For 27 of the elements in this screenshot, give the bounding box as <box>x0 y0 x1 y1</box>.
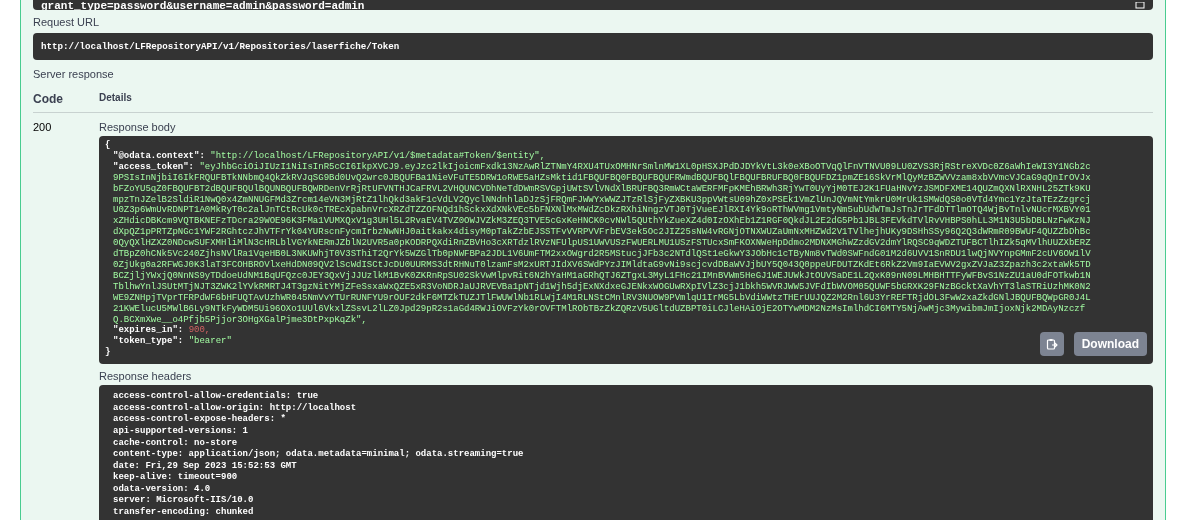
header-line: content-type: application/json; odata.metadata=minimal; odata.streaming=true <box>113 449 525 461</box>
request-url: http://localhost/LFRepositoryAPI/v1/Repositories/laserfiche/Token <box>33 33 1153 60</box>
header-line: access-control-allow-credentials: true <box>113 391 320 403</box>
header-line: keep-alive: timeout=900 <box>113 472 239 484</box>
header-line: access-control-expose-headers: * <box>113 414 287 426</box>
response-headers-label: Response headers <box>99 369 193 385</box>
download-button[interactable]: Download <box>1073 332 1147 357</box>
column-header: Details <box>99 92 133 105</box>
copy-button[interactable] <box>1039 332 1064 357</box>
request-url-label: Request URL <box>33 15 101 30</box>
json-line: "@odata.context": "http://localhost/LFRepositoryAPI/v1/$metadata#Token/$entity", <box>112 150 546 162</box>
header-line: odata-version: 4.0 <box>113 483 212 495</box>
header-line: transfer-encoding: chunked <box>113 507 255 519</box>
header-line: server: Microsoft-IIS/10.0 <box>113 495 255 507</box>
column-header: Code <box>33 92 64 106</box>
json-line: "expires_in": 900, <box>112 325 211 336</box>
header-line: api-supported-versions: 1 <box>113 425 250 438</box>
json-brace: { <box>105 140 111 150</box>
response-body-label: Response body <box>99 121 177 135</box>
header-line: cache-control: no-store <box>113 437 239 449</box>
header-line: access-control-allow-origin: http://localhost <box>113 402 358 414</box>
header-line: date: Fri,29 Sep 2023 15:52:53 GMT <box>113 460 298 472</box>
json-brace: } <box>105 347 111 358</box>
server-response-label: Server response <box>33 67 115 80</box>
status-code: 200 <box>33 121 53 135</box>
json-line: "token_type": "bearer" <box>112 336 232 348</box>
json-line: "access_token": "eyJhbGciOiJIUzI1NiIsInR5cCI6IkpXVCJ9.eyJzc2lkIjoicmFxdk13NzAwRlZTNmY4RXU4TUxOMHNrSmlnMW1XL0pHSXJPdDJDYkVtL3k0eXBoOTVqQlFnVTNVU09LU0ZVS3RjRStreXVDc0Z6aWhIeWI3Y1NGb2c9PSIsInNjbiI6IkFRQUFBTkNNbmQ4QkZkRVJqSG9Bd0UvQ2wrc0JBQUFBa1NieVFuTE5DRW1oRWE5aHZsMktid1FBQUFBQ0FBQUFBQUFRWmdBQUFBQlFBQUFBRUFBQ0FBQUFDZ1pmZE16SkVrMlQyMzBZWVVzam8xbVVmcVJCaG9qQnIrOVJxbFZoYU5qZ0FBQUFBT2dBQUFBQUlBQUNBQUFBQWRDenVrRjRtUFVNTHJCaFRVL2VHQUNCVDhNeTdDWmRSVGpjUWtSVlVNdXlBRUFBQ3RmWCtaWERFMFpKMEhBRWh3RjYwT0UyYjM0TEJ2K1FUaHNvYzJSMDFXME14QUZmQXNlRXNHL25ZTk9KUmpzTnJZelB2SldiR1NwQ0x4ZmNNUGFMd3Zrcm14eVN3MjRtZ1lhQkd3akF1cVdLV2QyclNNdnhlaDJzSjFRQmFJWWYxWWZJTzRlSjFyZXBKU3ppVWtsU09hZ0xPSEk1VmZlUnJQVmNtYmkrU0MrUk1SMWdQS0o0VTd4Ymc1YzJtaTEzZzgrcjU0Z3p6WmUvRDNPT1A0MkRyT0c2alJnTCtRcUk0cTREcXpabnVrcXRZdTZZOFNQd1hSckxXdXNkVEc5bFNXNlMxMWdZcDkzRXhiNngzVTJ0TjVueEJlRXI4Yk9oRThWVmg1VmtyNm5ubUdWTmJsTnJrTFdDTTlmOTQ4WjBvTnlvNUcrMXBVY01xZHdicDBKcm9VQTBKNEFzTDcra29WOE96K3FMa1VUMXQxV1g3UHl5L2RvaEV4TVZ0OWJVZkM3ZEQ3TVE5cGxKeHNCK0cvNWl5QUthYkZueXZ4d0IzOXhEb1Z1RGF0QkdJL2E2dG5Pb1JBL3FEVkdTVlRvVHBPS0hLL3M1N3U5bDBLNzFwKzNJdXpQZ1pPRTZpNGc1YWF2RGhtczJhVTFrYk04YURscnFycmIrbzNwNHJ0aitkakx4disyM0pTakZzbEJSSTFvVVRPVVFrbEV3ek5Oc2JIZ25sNW4vRGNjOTNXWUZaUmNxMHZWd2V1TVlhejhUKy9DSHhSSy96Q2Q3dWRmR09BWUF4QUZZbDhBc0QyQXlHZXZ0NDcwSUFXMHliMlN3cHRLblVGYkNERmJZblN2UVR5a0pKODRPQXdiRnZBVHo3cXRTdzlRVzNFUlpUS1UWVUSzFWUERLMU1USzFSTUcxSmFKOXNWeHpDdmo2MDNXMGhWZzdGV2dmYlRQSC9qWDZTUFBCTlhIZk5qMVlhUUZXbERZdTBpZ0hCNk5Vc240ZjhsNVlRa1VqeHB0L3NKUWhjT0V3SThiT2QrYk5WZGlTb0pNWFBPa2JDL1V6UmFTM2xxOWgrd2R5MStucjJFb3c2NTdlQSt1eGkwY3JObHc1cTByNm8vTWd0SWFndG01M2d6UVV1SnRDU1lwQjNVYnpGMmF2cUV6OW1lV0ZjUkg0a2RFWGJ0K3laT3FCOHBROVlxeHdDN09QV2lScWdISCtJcDU0UURMS3dtRHNuT0lzamFsM2xURTJIdXV6SWdPYzJIMldtaG9vNi9scjcvdDBaWVJjbUY5Q043Q0ppeUFDUTZKdEt6RkZ2Vm9IaEVWV2gxZVJaZ3Zpazh3c2xtaWk5TDBCZjljYWxjQ0NnNS9yTDdoeUdNM1BqUFQzc0JEY3QxVjJJUzlkM1BvK0ZKRnRpSU02SkVwMlpvRit6N2hYaHM1aGRhQTJ6ZTgxL3MyL1FHc21IMnBVWm5HeGJ1WEJUWkJtOUVSaDE1L2QxK09nN09LMHBHTTFyWFBvS1NzZU1aU0dFOTkwb1NTblhwYnlJSUtMTjNJT3ZWK2lYVkRMRTJ4T3gzNitYMjZFeSsxaWxQZE5xR3VoNDRJaUJRVEVBa1pNTjd1Wjh5djExNXdxeGJENkxWOGUwRXpIVlZ3cjJ1bkh5WVRJWW5JVFdIbWVOM05QUWF5bGRXK29FNzBGcktXaVhYT3laSTRiUzhMK0N2WE9ZNHpjTVprTFRPdWF6bHFUQTAvUzhWR045NmVvYTUrRUNFYU9rOUF2dkF6MTZkTUZJTlFWUWlNb1RLWjI4M1RLNStCMnlRV3NUOW9PVmlqU1IrMG5LbVdiWWtzTHErUUJQZ2M2Rnl6U3YrREFTRjdOL3FwW2xaZkdGNlJBQUFBQWpGR0J4L21KWElucU5MWlB6Ly9NTkFyWDM5Ui96OXo1UUl6VkxlZSsvL2lLZ0Jpd29pR2s1aGd4RWJiOVFzYk0rOVFTMlRObTBzZkZQRzV5UGltdUZBPT0iLCJleHAiOjE2OTYwMDM2NzMsImlhdCI6MTY5NjAwMjc3MywibmJmIjoxNjk2MDAyNzczfQ.BCXmXwe__o4Pfjb5Pjjor3OHgXGalPjme3DtPxpKqZk", <box>112 161 1092 325</box>
